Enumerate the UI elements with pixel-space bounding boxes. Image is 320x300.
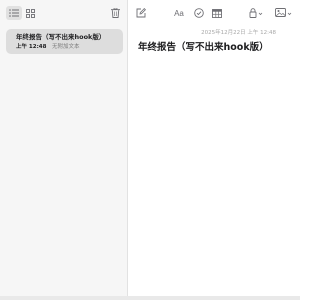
note-title[interactable]: 年终报告（写不出来hook版） [138,39,269,53]
format-button[interactable]: Aa [172,6,186,20]
window-bottom-edge [0,296,300,300]
table-icon [212,8,222,18]
table-button[interactable] [209,6,225,20]
checklist-button[interactable] [191,6,207,20]
notes-sidebar: 年终报告（写不出来hook版） 上午 12:48 无附加文本 [0,0,128,300]
note-editor: Aa 2025年12月22日 上午 12:48 年终报告（写不出来hook版） [129,0,300,300]
note-list-item[interactable]: 年终报告（写不出来hook版） 上午 12:48 无附加文本 [6,29,123,54]
list-icon [9,9,19,17]
compose-icon [136,8,146,18]
format-text-icon: Aa [174,8,184,18]
media-button[interactable] [274,6,294,20]
note-item-time: 上午 12:48 [16,44,47,50]
gallery-view-button[interactable] [22,6,38,20]
note-body[interactable] [138,55,288,285]
checklist-icon [194,8,204,18]
media-icon [275,8,293,18]
compose-button[interactable] [133,6,149,20]
notes-window: 年终报告（写不出来hook版） 上午 12:48 无附加文本 Aa 2025年1… [0,0,300,300]
note-item-title: 年终报告（写不出来hook版） [16,33,106,41]
editor-toolbar: Aa [129,0,300,26]
delete-button[interactable] [107,6,123,20]
note-item-preview: 无附加文本 [52,44,80,50]
note-date: 2025年12月22日 上午 12:48 [201,30,276,36]
trash-icon [110,8,120,18]
lock-icon [249,8,264,18]
sidebar-toolbar [0,0,128,26]
grid-icon [25,8,35,18]
lock-button[interactable] [247,6,265,20]
list-view-button[interactable] [6,6,22,20]
